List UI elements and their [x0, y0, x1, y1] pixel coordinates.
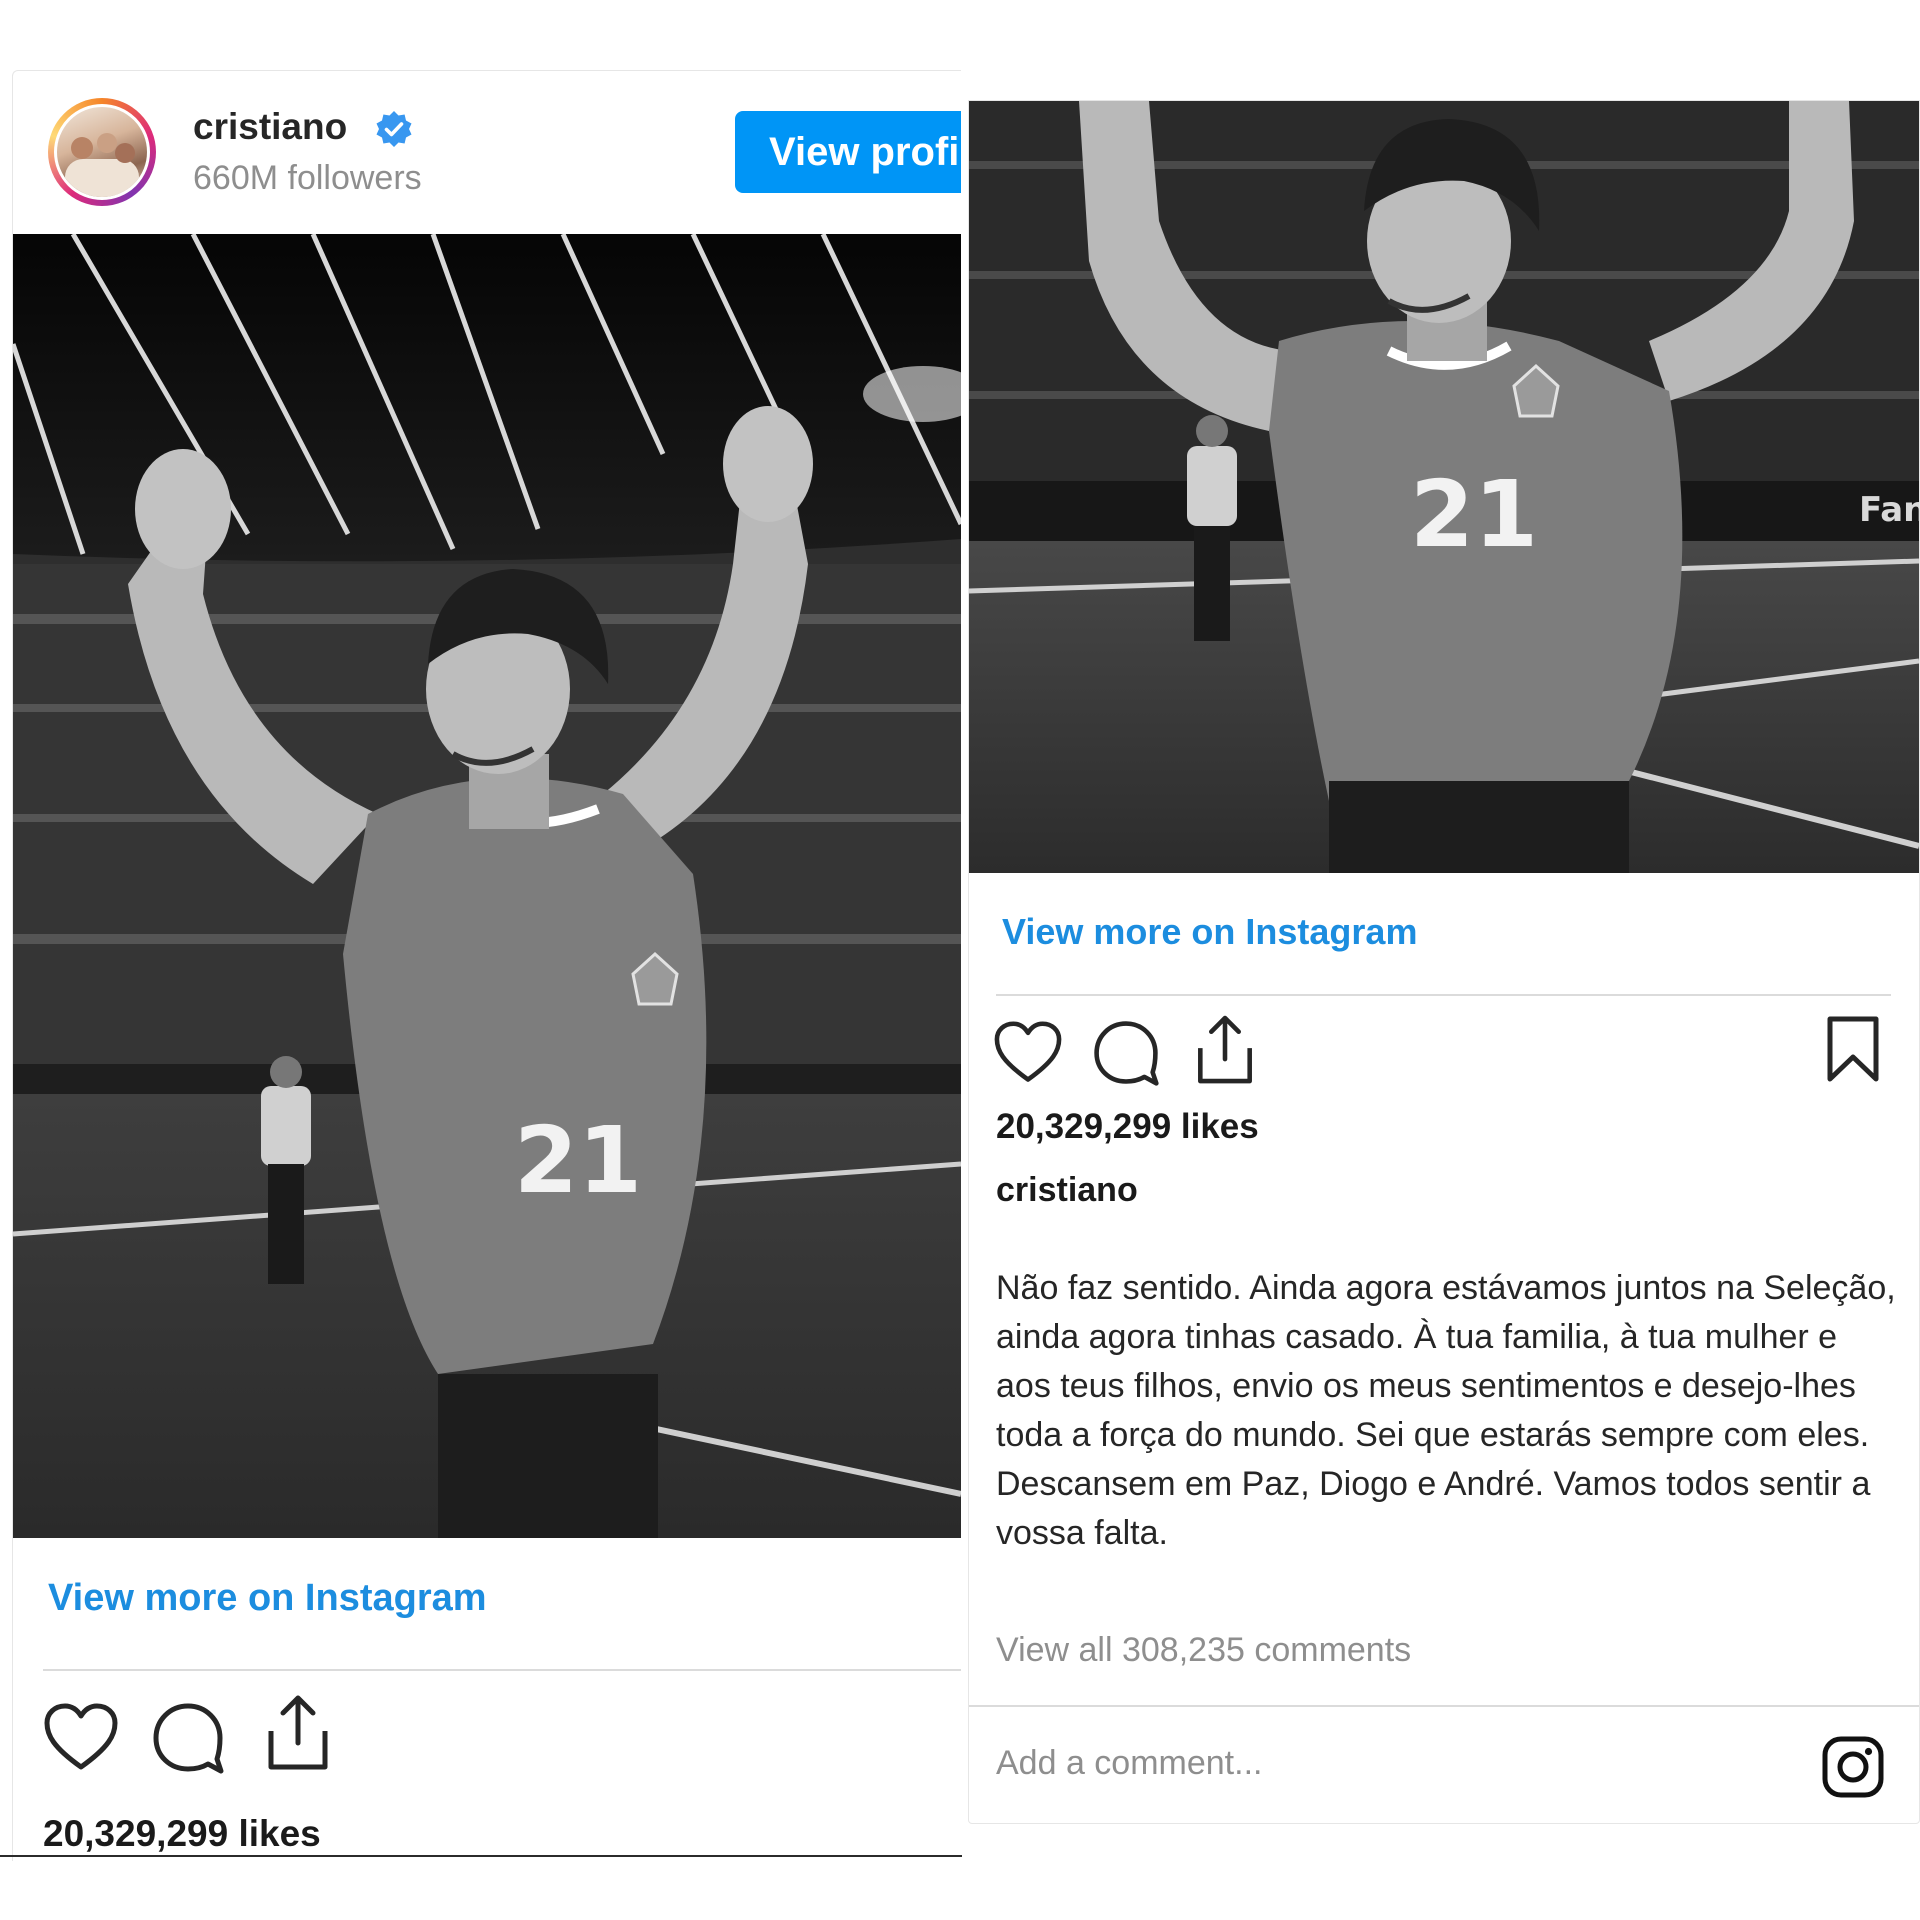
post-header: cristiano 660M followers View profi [13, 71, 961, 234]
jersey-number: 21 [514, 1107, 642, 1214]
share-icon[interactable] [263, 1693, 333, 1773]
caption-username[interactable]: cristiano [996, 1171, 1138, 1210]
avatar[interactable] [48, 98, 156, 206]
jersey-number: 21 [1410, 461, 1538, 568]
svg-text:Fan: Fan [1859, 490, 1919, 530]
left-post-card: cristiano 660M followers View profi 21 V… [12, 70, 961, 1861]
follower-count: 660M followers [193, 159, 422, 197]
heart-icon[interactable] [43, 1703, 119, 1773]
divider [0, 1855, 962, 1857]
like-count: 20,329,299 likes [996, 1107, 1259, 1146]
view-more-link[interactable]: View more on Instagram [48, 1577, 487, 1620]
post-image[interactable]: 21 [13, 234, 961, 1538]
caption-text: Não faz sentido. Ainda agora estávamos j… [996, 1269, 1896, 1552]
view-more-link[interactable]: View more on Instagram [1002, 911, 1417, 953]
comment-bubble-icon[interactable] [151, 1701, 225, 1775]
view-comments-link[interactable]: View all 308,235 comments [996, 1631, 1411, 1670]
add-comment-input[interactable]: Add a comment... [996, 1744, 1262, 1783]
post-image[interactable]: Fan 21 [969, 101, 1919, 873]
verified-badge-icon [376, 111, 412, 147]
comment-bubble-icon[interactable] [1092, 1019, 1160, 1087]
view-profile-button[interactable]: View profi [735, 111, 961, 193]
divider [969, 1705, 1919, 1707]
instagram-logo-icon[interactable] [1821, 1735, 1885, 1799]
divider [996, 994, 1891, 996]
like-count: 20,329,299 likes [43, 1813, 321, 1854]
bookmark-icon[interactable] [1825, 1015, 1881, 1083]
username[interactable]: cristiano [193, 106, 347, 148]
share-icon[interactable] [1193, 1013, 1257, 1087]
heart-icon[interactable] [993, 1021, 1063, 1085]
divider [43, 1669, 961, 1671]
right-post-card: Fan 21 View more on Instagram [968, 100, 1920, 1824]
